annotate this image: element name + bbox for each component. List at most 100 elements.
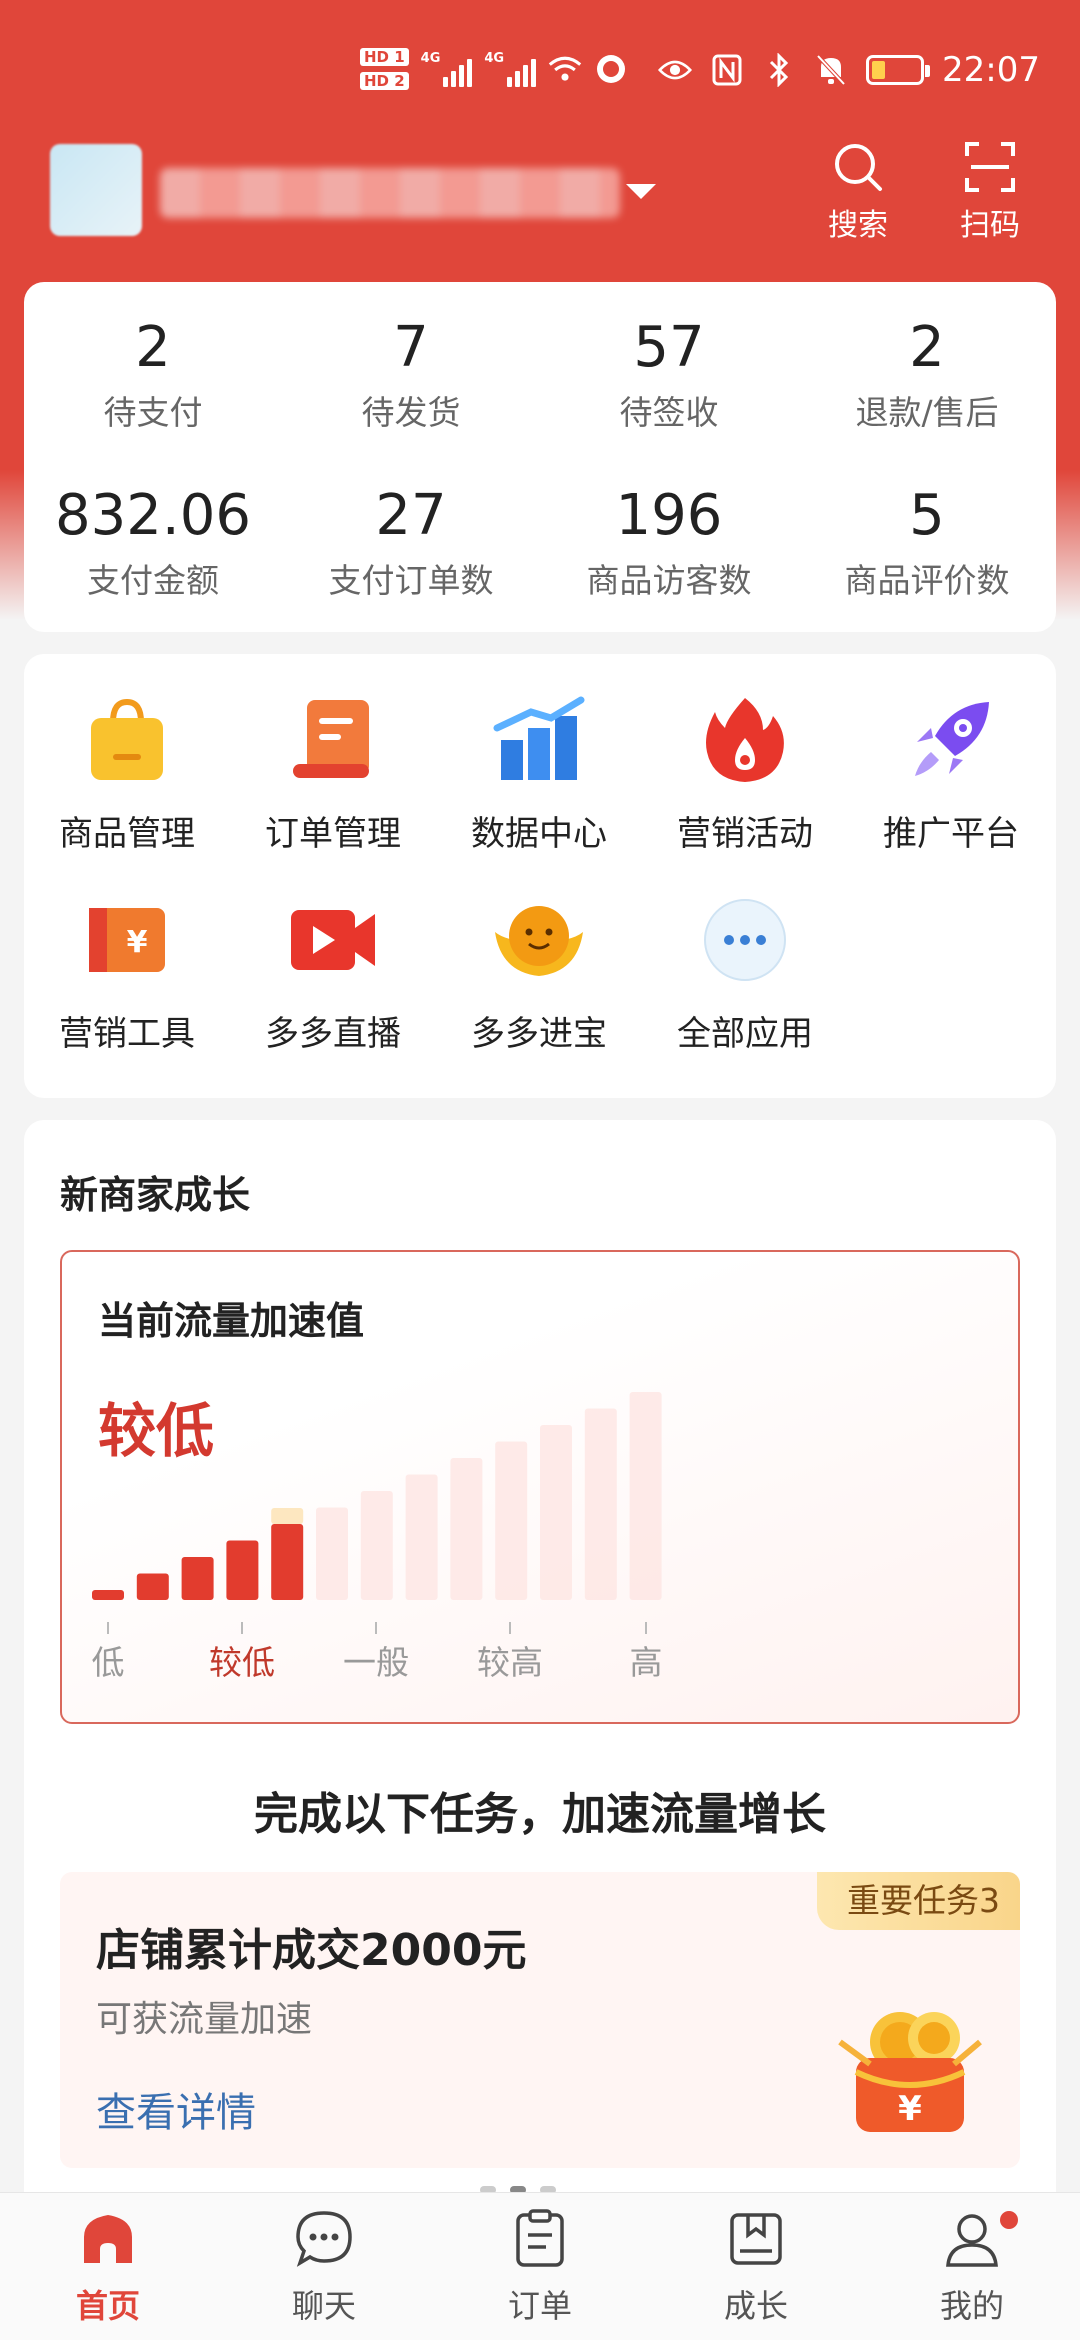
- boost-bar-empty: [360, 1491, 393, 1600]
- scale-tick: [241, 1622, 243, 1634]
- search-label: 搜索: [828, 208, 888, 243]
- stat-pending-payment[interactable]: 2 待支付: [24, 316, 282, 434]
- boost-bar-empty: [629, 1392, 662, 1600]
- growth-title: 新商家成长: [60, 1173, 251, 1217]
- network1-label: 4G: [420, 51, 441, 66]
- boost-bar-empty: [495, 1441, 528, 1600]
- scan-button[interactable]: 扫码: [940, 140, 1040, 244]
- hotspot-icon: [594, 52, 628, 86]
- profile-icon: [946, 2214, 998, 2267]
- sim1-label: HD 1: [360, 48, 409, 66]
- tab-growth[interactable]: 成长: [648, 2207, 864, 2327]
- stat-label: 支付订单数: [328, 561, 494, 600]
- growth-book-icon: [730, 2213, 782, 2265]
- task-badge: 重要任务3: [817, 1872, 1020, 1930]
- tab-label: 成长: [723, 2287, 788, 2325]
- mute-icon: [814, 53, 848, 87]
- task-card[interactable]: 重要任务3 店铺累计成交2000元 可获流量加速 查看详情 ¥: [60, 1872, 1020, 2168]
- scale-label: 低: [91, 1643, 125, 1682]
- scale-tick: [509, 1622, 511, 1634]
- scale-tick: [375, 1622, 377, 1634]
- app-label: 多多直播: [265, 1014, 401, 1054]
- app-data-center[interactable]: 数据中心: [436, 692, 642, 855]
- status-bar: HD 1 HD 2 4G 4G 22:07: [0, 40, 1080, 120]
- scale-label: 较低: [209, 1643, 275, 1682]
- stat-pending-shipment[interactable]: 7 待发货: [282, 316, 540, 434]
- stat-value: 27: [375, 483, 447, 548]
- scan-label: 扫码: [960, 208, 1020, 243]
- stat-value: 196: [615, 483, 723, 548]
- app-promotion-platform[interactable]: 推广平台: [848, 692, 1054, 855]
- bar-chart-icon: [493, 696, 585, 780]
- stat-payment-amount[interactable]: 832.06 支付金额: [24, 484, 282, 602]
- stat-product-visitors[interactable]: 196 商品访客数: [540, 484, 798, 602]
- chat-icon: [296, 2211, 352, 2267]
- stat-label: 待支付: [103, 393, 203, 432]
- stat-value: 57: [633, 315, 705, 380]
- stat-value: 5: [909, 483, 945, 548]
- boost-bar-filled: [136, 1573, 169, 1600]
- boost-bar-empty: [405, 1474, 438, 1600]
- app-duoduo-jinbao[interactable]: 多多进宝: [436, 892, 642, 1055]
- boost-bar-empty: [450, 1458, 483, 1600]
- app-order-management[interactable]: 订单管理: [230, 692, 436, 855]
- svg-text:¥: ¥: [127, 925, 148, 960]
- task-heading: 完成以下任务，加速流量增长: [254, 1789, 826, 1840]
- svg-text:¥: ¥: [898, 2089, 922, 2129]
- stats-card: 2 待支付 7 待发货 57 待签收 2 退款/售后 832.06 支付金额 2…: [24, 282, 1056, 632]
- stat-refund-aftersales[interactable]: 2 退款/售后: [798, 316, 1056, 434]
- nfc-icon: [710, 53, 744, 87]
- stat-pending-receipt[interactable]: 57 待签收: [540, 316, 798, 434]
- tab-home[interactable]: 首页: [0, 2207, 216, 2327]
- app-label: 营销工具: [59, 1014, 195, 1054]
- app-label: 全部应用: [677, 1014, 813, 1054]
- tab-chat[interactable]: 聊天: [216, 2207, 432, 2327]
- boost-bar-filled: [92, 1590, 124, 1600]
- boost-bar-empty: [316, 1507, 348, 1600]
- stat-paid-orders[interactable]: 27 支付订单数: [282, 484, 540, 602]
- chevron-down-icon[interactable]: [626, 184, 656, 199]
- signal-icon: 4G: [484, 51, 537, 87]
- app-marketing-tools[interactable]: ¥ 营销工具: [24, 892, 230, 1055]
- boost-bar-filled: [226, 1540, 259, 1600]
- more-icon: [704, 899, 786, 981]
- tab-profile[interactable]: 我的: [864, 2207, 1080, 2327]
- app-label: 数据中心: [471, 814, 607, 854]
- stat-value: 832.06: [55, 483, 251, 548]
- app-label: 商品管理: [59, 814, 195, 854]
- app-label: 推广平台: [883, 814, 1019, 854]
- rocket-icon: [915, 702, 989, 776]
- boost-bar-filled: [271, 1524, 304, 1600]
- boost-bar-empty: [540, 1425, 572, 1600]
- bluetooth-icon: [762, 53, 796, 87]
- new-merchant-growth-card: 新商家成长 当前流量加速值 较低 低较低 一般 较高高 完成以下任务，加速流量增长 …: [24, 1120, 1056, 2220]
- boost-bar-highlight: [271, 1508, 304, 1524]
- wifi-icon: [548, 52, 582, 86]
- app-product-management[interactable]: 商品管理: [24, 692, 230, 855]
- stat-label: 待发货: [361, 393, 461, 432]
- scale-label: 高: [629, 1643, 663, 1682]
- tab-label: 聊天: [291, 2287, 356, 2325]
- task-subtitle: 可获流量加速: [96, 1999, 313, 2040]
- shop-name-blurred[interactable]: [160, 168, 620, 218]
- search-button[interactable]: 搜索: [808, 140, 908, 244]
- traffic-boost-panel[interactable]: 当前流量加速值 较低 低较低 一般 较高高: [60, 1250, 1020, 1724]
- fire-icon: [706, 698, 784, 782]
- app-label: 营销活动: [677, 814, 813, 854]
- app-duoduo-live[interactable]: 多多直播: [230, 892, 436, 1055]
- eye-icon: [658, 53, 693, 87]
- app-all-apps[interactable]: 全部应用: [642, 892, 848, 1055]
- stat-product-reviews[interactable]: 5 商品评价数: [798, 484, 1056, 602]
- scale-tick: [107, 1622, 109, 1634]
- task-title: 店铺累计成交2000元: [96, 1925, 527, 1976]
- tab-orders[interactable]: 订单: [432, 2207, 648, 2327]
- app-marketing-activity[interactable]: 营销活动: [642, 692, 848, 855]
- view-details-link[interactable]: 查看详情: [96, 2080, 256, 2138]
- shop-avatar[interactable]: [50, 144, 142, 236]
- live-video-icon: [291, 910, 375, 970]
- boost-bar-filled: [181, 1557, 214, 1600]
- order-icon: [516, 2209, 564, 2267]
- battery-icon: [866, 55, 931, 85]
- app-label: 多多进宝: [471, 1014, 607, 1054]
- sim2-label: HD 2: [360, 72, 409, 90]
